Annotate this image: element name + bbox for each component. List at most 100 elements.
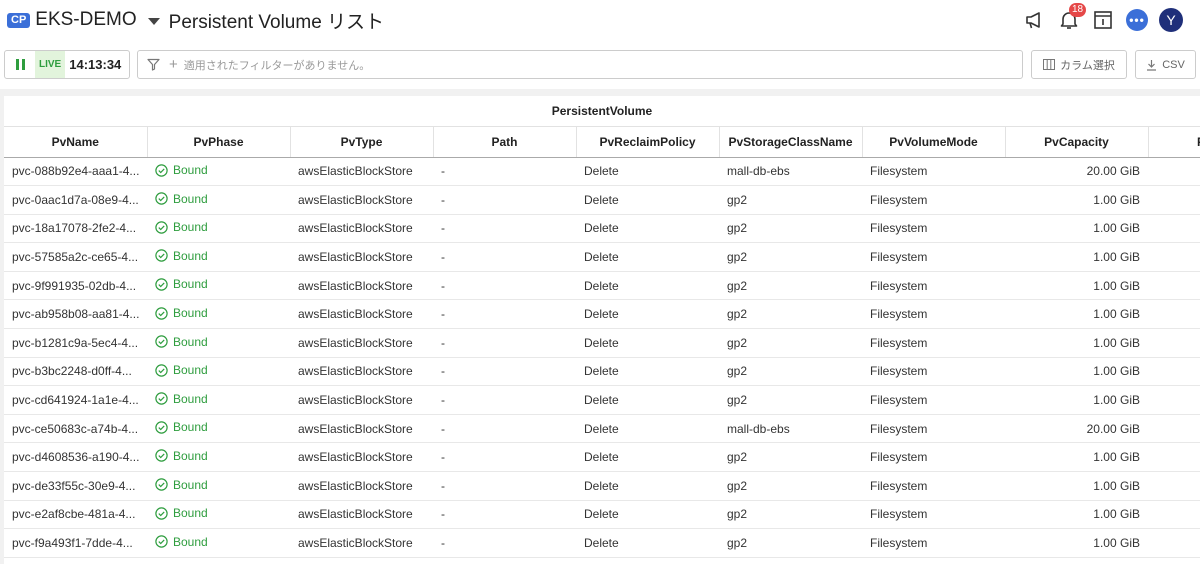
cell-phase: Bound [147,328,290,358]
cell-path: - [433,299,576,330]
table-row[interactable]: pvc-b3bc2248-d0ff-4... Bound awsElasticBlo… [4,357,1200,387]
chat-icon[interactable]: ••• [1120,6,1154,34]
cell-phase: Bound [147,528,290,558]
pause-icon[interactable] [5,51,35,78]
column-header[interactable]: PvVolumeMode [862,127,1006,158]
cell-phase: Bound [147,357,290,387]
check-circle-icon [155,278,168,291]
cell-reclaim: Delete [576,185,719,215]
csv-download-button[interactable]: CSV [1135,50,1196,79]
bell-icon[interactable]: 18 [1052,3,1087,34]
megaphone-icon[interactable] [1018,6,1052,34]
cell-overflow [1148,528,1200,558]
check-circle-icon [155,506,168,520]
cell-type: awsElasticBlockStore [290,500,433,530]
cell-reclaim: Delete [576,242,719,272]
cell-overflow [1148,471,1200,501]
column-select-button[interactable]: カラム選択 [1031,50,1127,79]
cell-type: awsElasticBlockStore [290,528,433,558]
cell-name: pvc-0aac1d7a-08e9-4... [4,185,147,215]
cell-phase: Bound [147,414,290,444]
column-header[interactable]: PvName [4,127,148,158]
cell-capacity: 1.00 GiB [1005,357,1148,387]
cell-type: awsElasticBlockStore [290,214,433,244]
cell-path: - [433,442,576,473]
check-circle-icon [155,306,168,320]
user-avatar[interactable]: Y [1154,6,1188,34]
cell-capacity: 1.00 GiB [1005,500,1148,530]
check-circle-icon [155,163,168,177]
group-header: PersistentVolume [4,96,1200,127]
filter-icon [147,58,160,71]
cell-phase: Bound [147,385,290,415]
download-icon [1147,59,1157,71]
table-row[interactable]: pvc-9f991935-02db-4... Bound awsElasticBlo… [4,271,1200,301]
check-circle-icon [155,535,168,548]
cell-reclaim: Delete [576,299,719,330]
cell-overflow [1148,157,1200,187]
project-selector[interactable]: EKS-DEMO [35,9,136,31]
live-toggle[interactable]: LIVE 14:13:34 [4,50,130,79]
cell-path: - [433,385,576,415]
table-row[interactable]: pvc-ce50683c-a74b-4... Bound awsElasticBlo… [4,414,1200,444]
table-row[interactable]: pvc-b1281c9a-5ec4-4... Bound awsElasticBlo… [4,328,1200,358]
cell-path: - [433,414,576,444]
product-badge: CP [7,12,31,28]
cell-storage-class: gp2 [719,528,862,558]
columns-icon [1043,59,1056,70]
table-row[interactable]: pvc-088b92e4-aaa1-4... Bound awsElasticBlo… [4,157,1200,187]
cell-storage-class: gp2 [719,385,862,415]
status-label: Bound [173,506,208,521]
cell-phase: Bound [147,157,290,187]
cell-path: - [433,528,576,558]
cell-name: pvc-9f991935-02db-4... [4,271,147,301]
cell-overflow [1148,357,1200,387]
column-header[interactable]: PvType [290,127,434,158]
header-row: PvName PvPhase PvType Path PvReclaimPolicy Pv… [4,127,1200,158]
status-badge: Bound [155,420,208,434]
column-header[interactable]: P [1148,127,1200,158]
cell-mode: Filesystem [862,242,1005,272]
column-header[interactable]: Path [433,127,577,158]
column-header[interactable]: PvPhase [147,127,291,158]
cell-path: - [433,214,576,244]
status-badge: Bound [155,506,208,520]
table-row[interactable]: pvc-d4608536-a190-4... Bound awsElasticBlo… [4,442,1200,473]
table-row[interactable]: pvc-de33f55c-30e9-4... Bound awsElasticBlo… [4,471,1200,501]
cell-name: pvc-57585a2c-ce65-4... [4,242,147,272]
cell-capacity: 20.00 GiB [1005,157,1148,187]
cell-path: - [433,271,576,301]
table-row[interactable]: pvc-e2af8cbe-481a-4... Bound awsElasticBlo… [4,500,1200,530]
column-header[interactable]: PvCapacity [1005,127,1149,158]
cell-name: pvc-cd641924-1a1e-4... [4,385,147,415]
column-header[interactable]: PvStorageClassName [719,127,863,158]
cell-capacity: 1.00 GiB [1005,471,1148,501]
book-icon[interactable] [1086,6,1120,34]
status-badge: Bound [155,335,208,349]
table-row[interactable]: pvc-ab958b08-aa81-4... Bound awsElasticBlo… [4,299,1200,330]
table-row[interactable]: pvc-18a17078-2fe2-4... Bound awsElasticBlo… [4,214,1200,244]
cell-mode: Filesystem [862,214,1005,244]
plus-icon[interactable]: + [169,56,178,73]
cell-storage-class: gp2 [719,271,862,301]
status-badge: Bound [155,163,208,177]
cell-storage-class: gp2 [719,185,862,215]
column-header[interactable]: PvReclaimPolicy [576,127,720,158]
table-row[interactable]: pvc-cd641924-1a1e-4... Bound awsElasticBlo… [4,385,1200,415]
cell-storage-class: gp2 [719,299,862,330]
cell-capacity: 1.00 GiB [1005,185,1148,215]
cell-capacity: 20.00 GiB [1005,414,1148,444]
chevron-down-icon[interactable] [147,18,160,25]
cell-reclaim: Delete [576,214,719,244]
cell-reclaim: Delete [576,471,719,501]
status-label: Bound [173,363,208,378]
filter-input[interactable]: + 適用されたフィルターがありません。 [137,50,1023,79]
status-label: Bound [173,248,208,263]
cell-type: awsElasticBlockStore [290,185,433,215]
cell-name: pvc-b1281c9a-5ec4-4... [4,328,147,358]
table-row[interactable]: pvc-0aac1d7a-08e9-4... Bound awsElasticBlo… [4,185,1200,215]
table-row[interactable]: pvc-f9a493f1-7dde-4... Bound awsElasticBlo… [4,528,1200,558]
cell-storage-class: gp2 [719,357,862,387]
cell-mode: Filesystem [862,500,1005,530]
table-row[interactable]: pvc-57585a2c-ce65-4... Bound awsElasticBlo… [4,242,1200,272]
